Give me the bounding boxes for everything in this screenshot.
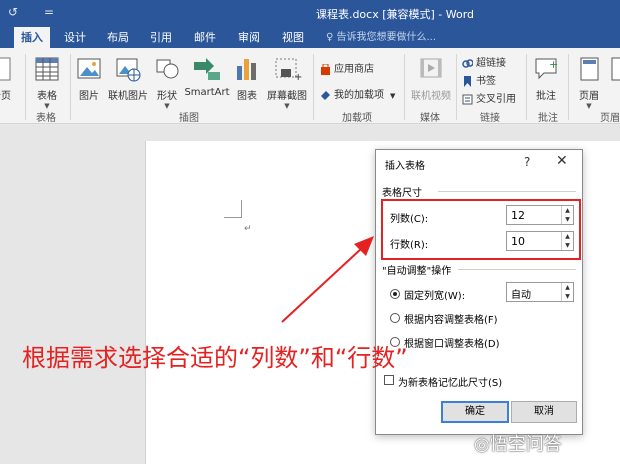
watermark-text: 悟空问答	[489, 434, 562, 455]
watermark-logo-icon: ◎	[474, 434, 490, 455]
annotation-text: 根据需求选择合适的“列数”和“行数”	[22, 344, 408, 372]
annotation-arrow	[281, 236, 374, 323]
watermark: ◎悟空问答	[474, 430, 562, 456]
